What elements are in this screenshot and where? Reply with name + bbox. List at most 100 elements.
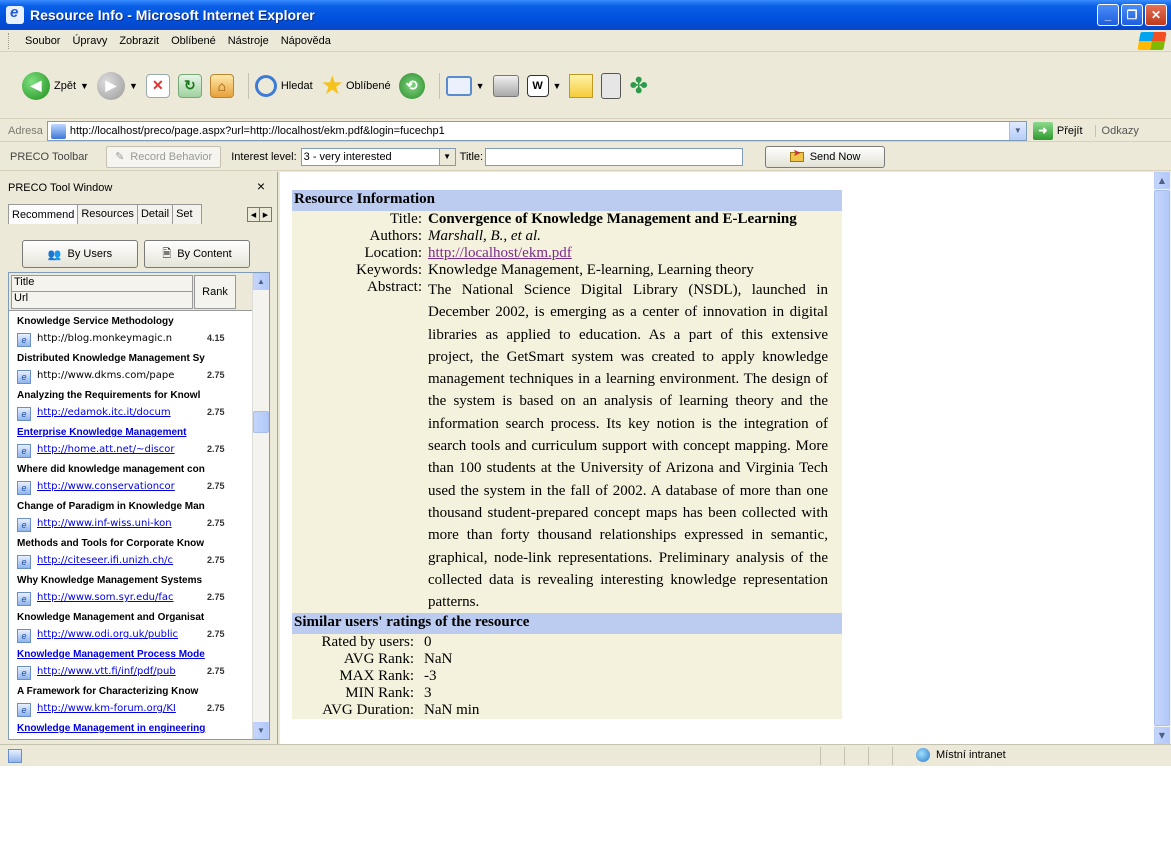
item-url[interactable]: http://edamok.itc.it/docum (37, 407, 201, 418)
tab-resources[interactable]: Resources (77, 204, 138, 224)
item-title[interactable]: Distributed Knowledge Management Sy (17, 353, 245, 364)
list-scrollbar[interactable]: ▲ ▼ (252, 273, 269, 739)
item-title[interactable]: A Framework for Characterizing Know (17, 686, 245, 697)
item-title[interactable]: Methods and Tools for Corporate Know (17, 538, 245, 549)
list-item[interactable]: A Framework for Characterizing Know e http… (9, 683, 253, 720)
scroll-thumb[interactable] (1154, 190, 1170, 726)
interest-level-select[interactable]: 3 - very interested ▼ (300, 147, 456, 166)
forward-arrow-icon: ▶ (96, 71, 125, 100)
item-title[interactable]: Knowledge Management Process Mode (17, 649, 245, 660)
item-url[interactable]: http://www.vtt.fi/inf/pdf/pub (37, 666, 201, 677)
menu-bar: Soubor Úpravy Zobrazit Oblíbené Nástroje… (0, 30, 1171, 52)
list-item[interactable]: Methods and Tools for Corporate Know e htt… (9, 535, 253, 572)
scroll-up-icon[interactable]: ▲ (1154, 172, 1170, 189)
item-title[interactable]: Where did knowledge management con (17, 464, 245, 475)
stop-button[interactable]: ✕ (145, 69, 170, 103)
list-item[interactable]: Knowledge Management in engineeringehttp… (9, 720, 253, 739)
column-header-title[interactable]: Title (11, 275, 193, 292)
refresh-icon: ↻ (177, 73, 202, 98)
edit-button[interactable]: W ▼ (526, 69, 561, 103)
item-title[interactable]: Change of Paradigm in Knowledge Man (17, 501, 245, 512)
links-button[interactable]: Odkazy (1094, 124, 1139, 137)
info-key: Authors: (369, 228, 423, 244)
tab-scroll-right-icon[interactable]: ▶ (259, 207, 272, 222)
list-item[interactable]: Where did knowledge management con e http:… (9, 461, 253, 498)
list-item[interactable]: Enterprise Knowledge Management e http://h… (9, 424, 253, 461)
scroll-down-icon[interactable]: ▼ (253, 722, 269, 739)
item-url[interactable]: http://www.som.syr.edu/fac (37, 592, 201, 603)
info-row-title: Title: Convergence of Knowledge Manageme… (292, 211, 842, 228)
star-icon: ★ (320, 70, 344, 100)
scroll-up-icon[interactable]: ▲ (253, 273, 269, 290)
favorites-button[interactable]: ★ Oblíbené (321, 69, 391, 103)
tool-window-close-icon[interactable]: × (257, 178, 265, 194)
menu-tools[interactable]: Nástroje (222, 35, 275, 47)
history-button[interactable]: ⟲ (398, 69, 425, 103)
list-item[interactable]: Distributed Knowledge Management Sy e http… (9, 350, 253, 387)
tab-settings[interactable]: Set (172, 204, 203, 224)
list-item[interactable]: Analyzing the Requirements for Knowl e htt… (9, 387, 253, 424)
by-content-button[interactable]: 🗎 By Content (144, 240, 250, 268)
item-url[interactable]: http://www.inf-wiss.uni-kon (37, 518, 201, 529)
item-title[interactable]: Why Knowledge Management Systems (17, 575, 245, 586)
discuss-button[interactable] (569, 69, 594, 103)
item-title[interactable]: Knowledge Management and Organisat (17, 612, 245, 623)
item-url[interactable]: http://www.dkms.com/pape (37, 370, 201, 381)
page-scrollbar[interactable]: ▲ ▼ (1154, 172, 1171, 744)
item-title[interactable]: Enterprise Knowledge Management (17, 427, 245, 438)
back-button[interactable]: ◀ Zpět ▼ (22, 69, 89, 103)
item-url[interactable]: http://www.conservationcor (37, 481, 201, 492)
tab-scroll: ◀ ▶ (247, 207, 272, 222)
scroll-thumb[interactable] (253, 411, 269, 433)
item-title[interactable]: Knowledge Management in engineering (17, 723, 245, 734)
menu-file[interactable]: Soubor (19, 35, 66, 47)
search-button[interactable]: Hledat (254, 69, 313, 103)
chevron-down-icon: ▼ (128, 80, 138, 91)
title-input[interactable] (485, 147, 744, 166)
mail-button[interactable]: ▼ (445, 69, 485, 103)
rating-row: AVG Rank: NaN (292, 651, 842, 668)
item-title[interactable]: Analyzing the Requirements for Knowl (17, 390, 245, 401)
pda-button[interactable] (601, 69, 622, 103)
by-users-button[interactable]: 👥 By Users (22, 240, 138, 268)
home-button[interactable]: ⌂ (209, 69, 234, 103)
list-item[interactable]: Knowledge Management and Organisat e http:… (9, 609, 253, 646)
interest-label: Interest level: (231, 150, 297, 163)
refresh-button[interactable]: ↻ (177, 69, 202, 103)
menu-view[interactable]: Zobrazit (113, 35, 165, 47)
print-button[interactable] (492, 69, 519, 103)
record-behavior-button[interactable]: ✎ Record Behavior (106, 145, 222, 168)
list-item[interactable]: Knowledge Service Methodology e http://blo… (9, 313, 253, 350)
menu-favorites[interactable]: Oblíbené (165, 35, 222, 47)
messenger-button[interactable]: ✤ (629, 69, 647, 103)
windows-logo-icon (1137, 32, 1167, 50)
item-url[interactable]: http://www.km-forum.org/KI (37, 703, 201, 714)
maximize-button[interactable]: ❐ (1121, 4, 1143, 26)
address-input[interactable]: http://localhost/preco/page.aspx?url=htt… (46, 120, 1027, 141)
scroll-down-icon[interactable]: ▼ (1154, 727, 1170, 744)
column-header-url[interactable]: Url (11, 291, 193, 309)
send-now-button[interactable]: Send Now (765, 145, 886, 168)
title-label: Title: (459, 150, 484, 163)
resource-location-link[interactable]: http://localhost/ekm.pdf (428, 245, 828, 262)
item-title[interactable]: Knowledge Service Methodology (17, 316, 245, 327)
minimize-button[interactable]: _ (1097, 4, 1119, 26)
item-url[interactable]: http://citeseer.ifi.unizh.ch/c (37, 555, 201, 566)
address-dropdown-button[interactable]: ▼ (1008, 121, 1026, 140)
rating-value: NaN min (424, 702, 480, 719)
list-item[interactable]: Knowledge Management Process Mode e http:/… (9, 646, 253, 683)
close-button[interactable]: ✕ (1145, 4, 1167, 26)
column-header-rank[interactable]: Rank (194, 275, 236, 309)
forward-button[interactable]: ▶ ▼ (96, 69, 138, 103)
ie-page-icon: e (17, 407, 31, 421)
tab-detail[interactable]: Detail (136, 204, 174, 224)
menu-help[interactable]: Nápověda (275, 35, 337, 47)
list-item[interactable]: Why Knowledge Management Systems e http://… (9, 572, 253, 609)
menu-edit[interactable]: Úpravy (66, 35, 113, 47)
go-button[interactable]: ➜ Přejít (1032, 121, 1083, 140)
item-url[interactable]: http://blog.monkeymagic.n (37, 333, 201, 344)
list-item[interactable]: Change of Paradigm in Knowledge Man e http… (9, 498, 253, 535)
item-url[interactable]: http://www.odi.org.uk/public (37, 629, 201, 640)
item-url[interactable]: http://home.att.net/~discor (37, 444, 201, 455)
tab-recommend[interactable]: Recommend (8, 204, 79, 224)
